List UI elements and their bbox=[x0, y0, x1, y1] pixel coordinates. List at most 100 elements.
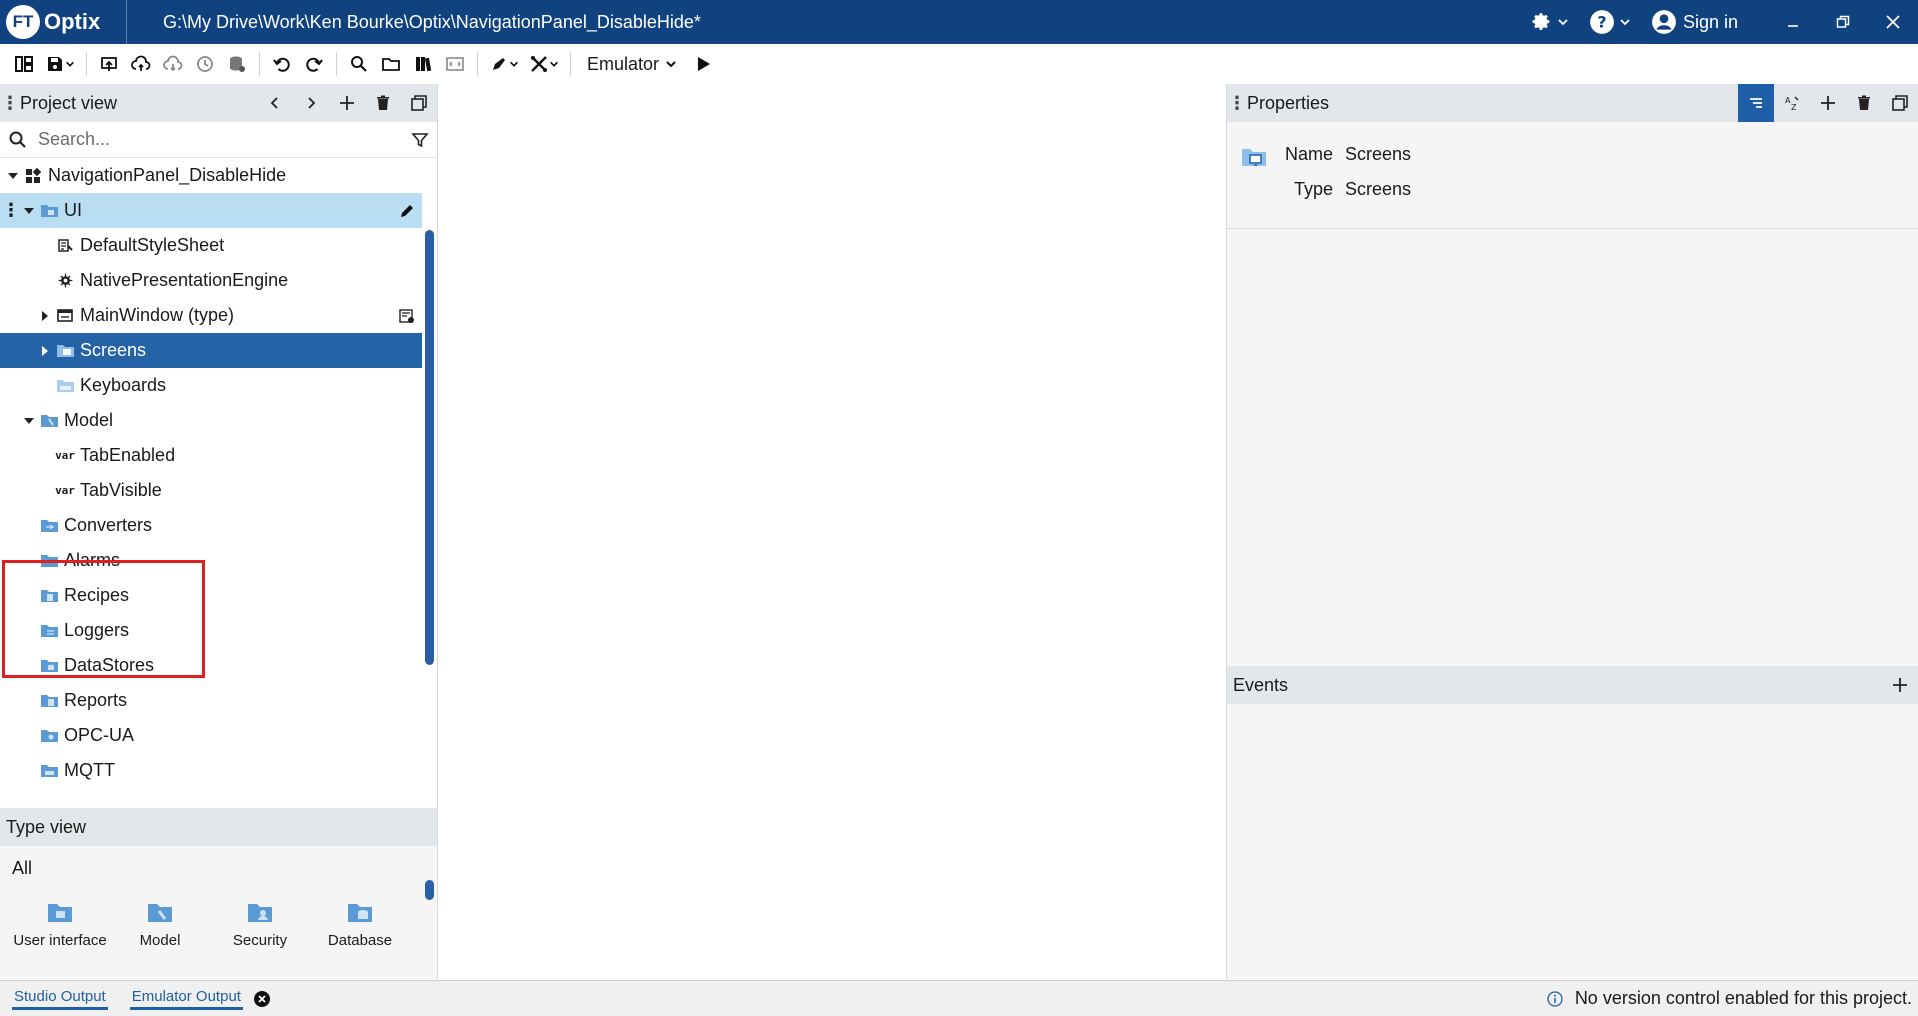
tree-item-default-style-sheet[interactable]: DefaultStyleSheet bbox=[0, 228, 422, 263]
type-item-security[interactable]: Security bbox=[210, 890, 310, 949]
type-item-database[interactable]: Database bbox=[310, 890, 410, 949]
database-button[interactable] bbox=[221, 44, 253, 84]
open-editor-button[interactable] bbox=[392, 308, 422, 324]
type-item-user-interface[interactable]: User interface bbox=[10, 890, 110, 949]
tree-item-alarms[interactable]: Alarms bbox=[0, 543, 422, 578]
tree-item-screens[interactable]: Screens bbox=[0, 333, 422, 368]
tree-item-main-window[interactable]: MainWindow (type) bbox=[0, 298, 422, 333]
tree-item-data-stores[interactable]: DataStores bbox=[0, 648, 422, 683]
tree-item-label: Keyboards bbox=[80, 375, 167, 395]
tab-studio-output[interactable]: Studio Output bbox=[12, 988, 108, 1010]
tree-item-tab-visible[interactable]: var TabVisible bbox=[0, 473, 422, 508]
tree-item-loggers[interactable]: Loggers bbox=[0, 613, 422, 648]
back-button[interactable] bbox=[257, 84, 293, 122]
code-button[interactable] bbox=[439, 44, 471, 84]
add-property-button[interactable] bbox=[1810, 84, 1846, 122]
close-output-button[interactable] bbox=[253, 990, 271, 1008]
add-button[interactable] bbox=[329, 84, 365, 122]
tree-item-label: DataStores bbox=[64, 655, 155, 675]
folder-icon bbox=[40, 727, 58, 745]
tree-item-model[interactable]: Model bbox=[0, 403, 422, 438]
tree-item-keyboards[interactable]: Keyboards bbox=[0, 368, 422, 403]
trash-icon bbox=[1858, 95, 1870, 110]
redo-button[interactable] bbox=[298, 44, 330, 84]
forward-button[interactable] bbox=[293, 84, 329, 122]
tree-item-project-root[interactable]: NavigationPanel_DisableHide bbox=[0, 158, 422, 193]
stylesheet-icon bbox=[56, 237, 74, 255]
chevron-down-icon[interactable] bbox=[22, 414, 36, 428]
tree-scrollbar[interactable] bbox=[425, 230, 434, 665]
plus-icon bbox=[1821, 96, 1835, 110]
delete-property-button[interactable] bbox=[1846, 84, 1882, 122]
deploy-button[interactable] bbox=[93, 44, 125, 84]
sign-in-label: Sign in bbox=[1682, 11, 1738, 32]
tree-item-ui[interactable]: ⋮ UI bbox=[0, 193, 422, 228]
delete-button[interactable] bbox=[365, 84, 401, 122]
drag-handle-icon[interactable]: ⋮ bbox=[1227, 93, 1247, 114]
sign-in-button[interactable]: Sign in bbox=[1641, 0, 1748, 44]
help-button[interactable]: ? bbox=[1579, 0, 1641, 44]
tree-item-tab-enabled[interactable]: var TabEnabled bbox=[0, 438, 422, 473]
chevron-right-icon[interactable] bbox=[38, 344, 52, 358]
tree-item-converters[interactable]: Converters bbox=[0, 508, 422, 543]
tree-item-label: UI bbox=[64, 200, 82, 220]
library-button[interactable] bbox=[407, 44, 439, 84]
draw-tool-button[interactable] bbox=[484, 44, 524, 84]
drag-handle-icon[interactable]: ⋮ bbox=[0, 93, 20, 114]
tree-item-label: Alarms bbox=[64, 550, 121, 570]
gear-icon bbox=[56, 272, 74, 290]
help-icon: ? bbox=[1590, 10, 1614, 34]
tree-item-opc-ua[interactable]: OPC-UA bbox=[0, 718, 422, 753]
open-folder-button[interactable] bbox=[375, 44, 407, 84]
tools-button[interactable] bbox=[524, 44, 564, 84]
sort-az-button[interactable]: AZ bbox=[1774, 84, 1810, 122]
type-view-header: Type view bbox=[0, 808, 437, 846]
model-folder-icon bbox=[148, 904, 172, 922]
tree-item-label: Reports bbox=[64, 690, 128, 710]
type-filter-all[interactable]: All bbox=[0, 846, 437, 890]
upload-button[interactable] bbox=[125, 44, 157, 84]
folder-icon bbox=[40, 692, 58, 710]
undock-properties-button[interactable] bbox=[1882, 84, 1918, 122]
settings-button[interactable] bbox=[1517, 0, 1579, 44]
search-bar bbox=[0, 122, 437, 158]
restore-icon bbox=[1836, 15, 1850, 28]
emulator-dropdown[interactable]: Emulator bbox=[577, 54, 687, 75]
search-input[interactable] bbox=[38, 129, 411, 150]
type-item-model[interactable]: Model bbox=[110, 890, 210, 949]
database-icon bbox=[230, 56, 245, 72]
tree-item-reports[interactable]: Reports bbox=[0, 683, 422, 718]
property-name-value[interactable]: Screens bbox=[1345, 144, 1411, 165]
history-button[interactable] bbox=[189, 44, 221, 84]
tree-item-native-presentation-engine[interactable]: NativePresentationEngine bbox=[0, 263, 422, 298]
var-icon: var bbox=[55, 449, 75, 462]
layout-button[interactable] bbox=[8, 44, 40, 84]
add-event-button[interactable] bbox=[1882, 666, 1918, 704]
chevron-down-icon[interactable] bbox=[22, 204, 36, 218]
close-button[interactable] bbox=[1868, 0, 1918, 44]
find-button[interactable] bbox=[343, 44, 375, 84]
chevron-down-icon[interactable] bbox=[6, 169, 20, 183]
edit-button[interactable] bbox=[392, 203, 422, 219]
editor-canvas[interactable] bbox=[438, 84, 1226, 980]
restore-button[interactable] bbox=[1818, 0, 1868, 44]
tree-item-label: Loggers bbox=[64, 620, 130, 640]
tree-item-mqtt[interactable]: MQTT bbox=[0, 753, 422, 788]
tab-emulator-output[interactable]: Emulator Output bbox=[129, 988, 243, 1010]
cloud-download-button[interactable] bbox=[157, 44, 189, 84]
save-button[interactable] bbox=[40, 44, 80, 84]
status-bar: Studio Output Emulator Output No version… bbox=[0, 980, 1918, 1016]
drag-handle-icon[interactable]: ⋮ bbox=[2, 200, 20, 221]
filter-icon[interactable] bbox=[411, 131, 429, 149]
run-button[interactable] bbox=[687, 44, 719, 84]
tree-item-recipes[interactable]: Recipes bbox=[0, 578, 422, 613]
undo-button[interactable] bbox=[266, 44, 298, 84]
minimize-button[interactable] bbox=[1768, 0, 1818, 44]
type-grid: User interface Model Security Database bbox=[0, 890, 437, 949]
gear-icon bbox=[1532, 13, 1550, 30]
filter-properties-button[interactable] bbox=[1738, 84, 1774, 122]
undock-button[interactable] bbox=[401, 84, 437, 122]
folder-icon bbox=[40, 587, 58, 605]
chevron-right-icon[interactable] bbox=[38, 309, 52, 323]
type-view-scrollbar[interactable] bbox=[425, 880, 434, 900]
